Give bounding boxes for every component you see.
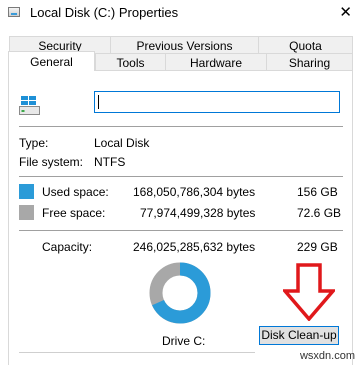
divider-top — [19, 126, 343, 127]
usage-donut-chart — [149, 262, 211, 324]
tab-general[interactable]: General — [8, 51, 95, 71]
used-space-label: Used space: — [42, 185, 109, 199]
free-space-label: Free space: — [42, 206, 106, 220]
tab-previous-versions[interactable]: Previous Versions — [110, 36, 259, 54]
drive-icon — [19, 96, 40, 115]
tab-sharing[interactable]: Sharing — [266, 53, 353, 71]
tab-hardware[interactable]: Hardware — [165, 53, 267, 71]
free-space-bytes: 77,974,499,328 bytes — [140, 206, 256, 220]
drive-name-input[interactable] — [94, 91, 340, 113]
capacity-bytes: 246,025,285,632 bytes — [133, 240, 256, 254]
free-space-swatch — [19, 205, 34, 220]
filesystem-label: File system: — [19, 155, 84, 169]
tab-tools[interactable]: Tools — [95, 53, 166, 71]
window-icon — [8, 7, 20, 17]
divider-middle — [19, 176, 343, 177]
text-caret — [98, 95, 99, 109]
capacity-size: 229 GB — [297, 240, 338, 254]
type-label: Type: — [19, 136, 49, 150]
capacity-label: Capacity: — [42, 240, 93, 254]
window-title: Local Disk (C:) Properties — [30, 5, 179, 20]
type-value: Local Disk — [94, 136, 150, 150]
drive-label: Drive C: — [162, 334, 206, 348]
tab-quota[interactable]: Quota — [258, 36, 353, 54]
disk-cleanup-button[interactable]: Disk Clean-up — [259, 326, 339, 345]
divider-bottom — [19, 230, 343, 231]
used-space-bytes: 168,050,786,304 bytes — [133, 185, 256, 199]
bottom-separator — [19, 352, 255, 353]
used-space-size: 156 GB — [297, 185, 338, 199]
used-space-swatch — [19, 184, 34, 199]
watermark: wsxdn.com — [299, 350, 355, 362]
free-space-size: 72.6 GB — [297, 206, 342, 220]
filesystem-value: NTFS — [94, 155, 126, 169]
red-arrow-annotation — [283, 263, 335, 321]
title-bar: Local Disk (C:) Properties ✕ — [0, 0, 360, 26]
close-icon[interactable]: ✕ — [339, 3, 352, 21]
